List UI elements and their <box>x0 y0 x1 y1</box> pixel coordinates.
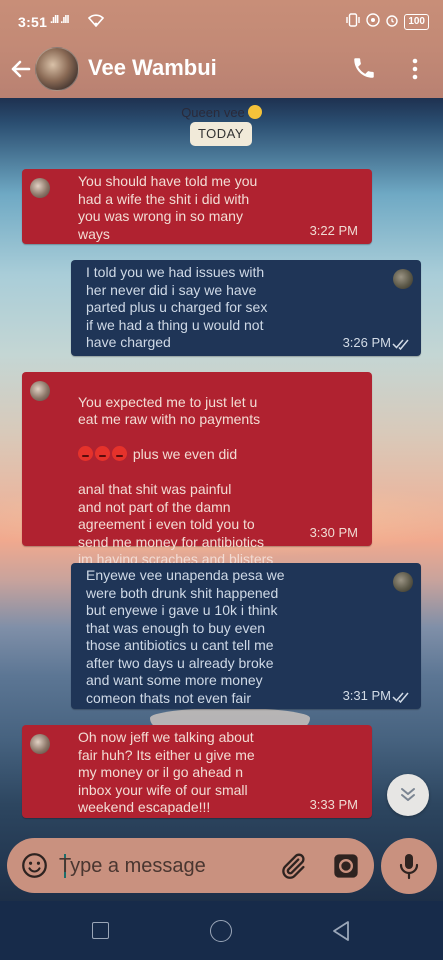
phone-icon[interactable] <box>351 55 377 81</box>
message-text-part: plus we even did <box>129 446 238 462</box>
home-button[interactable] <box>210 920 232 942</box>
wifi-icon <box>87 13 105 30</box>
sender-avatar <box>30 178 50 198</box>
signal-icon: .ıll .ıll <box>50 14 69 26</box>
sender-avatar <box>393 572 413 592</box>
recents-button[interactable] <box>92 922 109 939</box>
message-bubble-incoming[interactable]: Oh now jeff we talking about fair huh? I… <box>22 725 372 818</box>
sender-avatar <box>30 734 50 754</box>
message-text-part: You expected me to just let u eat me raw… <box>78 393 261 428</box>
message-bubble-outgoing[interactable]: Enyewe vee unapenda pesa we were both dr… <box>71 563 421 709</box>
status-icons: 100 <box>345 13 429 30</box>
message-time: 3:33 PM <box>309 796 358 812</box>
subtitle-text: Queen vee <box>181 105 245 120</box>
crown-emoji-icon <box>247 105 262 119</box>
back-arrow-icon[interactable] <box>8 56 34 82</box>
date-chip: TODAY <box>190 122 252 146</box>
contact-subtitle: Queen vee <box>0 105 443 120</box>
contact-name[interactable]: Vee Wambui <box>88 55 217 81</box>
scroll-to-bottom-button[interactable] <box>387 774 429 816</box>
sender-avatar <box>393 269 413 289</box>
message-input[interactable] <box>59 850 279 882</box>
do-not-disturb-icon <box>366 13 381 30</box>
chat-area[interactable]: Queen vee TODAY You should have told me … <box>0 98 443 901</box>
emoji-icon[interactable] <box>21 852 48 879</box>
angry-face-emoji-icon <box>112 446 127 461</box>
message-time: 3:30 PM <box>309 524 358 540</box>
more-vert-icon[interactable] <box>405 56 425 82</box>
paperclip-icon[interactable] <box>279 852 307 880</box>
message-text: I told you we had issues with her never … <box>86 264 268 350</box>
vibrate-icon <box>345 13 361 30</box>
message-text-part: anal that shit was painful and not part … <box>78 481 274 567</box>
angry-face-emoji-icon <box>95 446 110 461</box>
status-time: 3:51 <box>18 14 48 30</box>
message-composer <box>7 838 374 893</box>
message-time: 3:22 PM <box>309 222 358 238</box>
message-time: 3:31 PM <box>342 687 391 703</box>
alarm-icon <box>385 13 399 30</box>
chat-header: Vee Wambui <box>0 44 443 98</box>
message-bubble-incoming[interactable]: You expected me to just let u eat me raw… <box>22 372 372 601</box>
read-receipt-icon <box>392 692 409 703</box>
message-time: 3:26 PM <box>342 334 391 350</box>
message-bubble-outgoing[interactable]: I told you we had issues with her never … <box>71 260 421 356</box>
message-bubble-incoming[interactable]: You should have told me you had a wife t… <box>22 169 372 244</box>
contact-avatar[interactable] <box>35 47 79 91</box>
nav-back-button[interactable] <box>330 919 352 943</box>
double-chevron-down-icon <box>401 788 415 801</box>
angry-face-emoji-icon <box>78 446 93 461</box>
status-bar: 3:51 .ıll .ıll 100 <box>0 0 443 44</box>
camera-icon[interactable] <box>332 852 360 880</box>
mic-button[interactable] <box>381 838 437 894</box>
sender-avatar <box>30 381 50 401</box>
mic-icon <box>399 854 419 880</box>
system-nav-bar <box>0 901 443 960</box>
read-receipt-icon <box>392 339 409 350</box>
battery-icon: 100 <box>404 13 429 30</box>
message-text: Enyewe vee unapenda pesa we were both dr… <box>86 567 285 706</box>
